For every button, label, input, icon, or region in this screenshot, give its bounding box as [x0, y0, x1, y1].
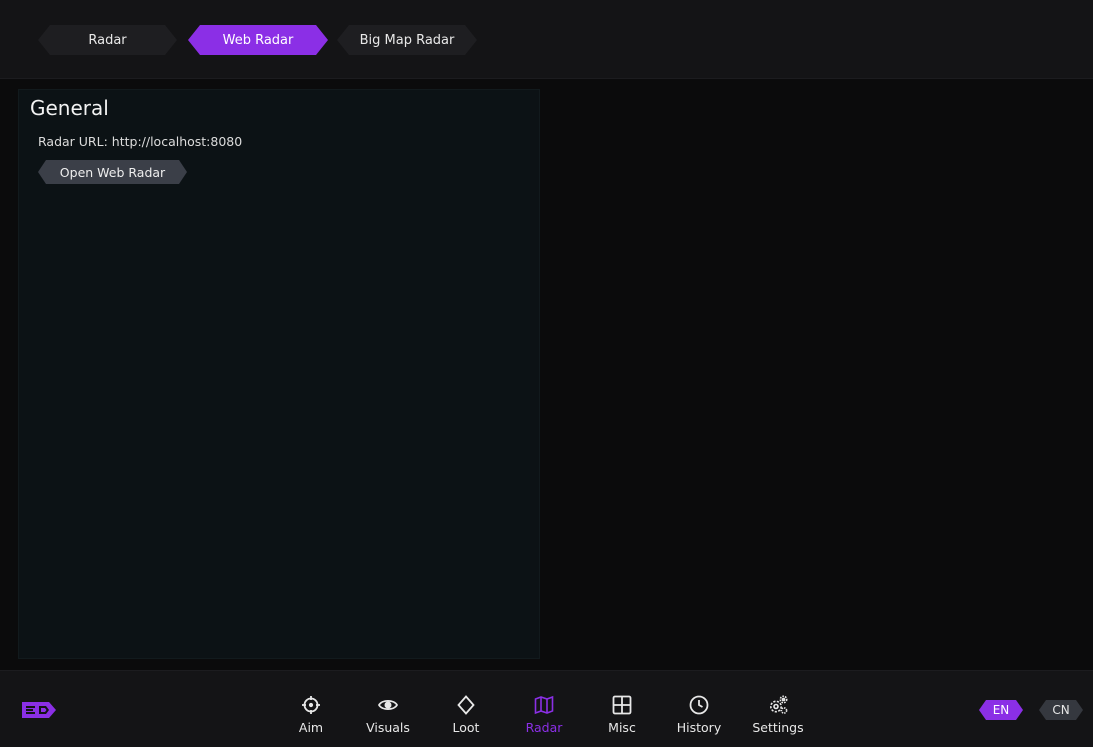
open-web-radar-button[interactable]: Open Web Radar: [38, 160, 187, 184]
map-icon: [534, 695, 554, 715]
tab-big-map-radar[interactable]: Big Map Radar: [337, 25, 477, 55]
bottom-nav-bar: Aim Visuals Loot Radar Misc History Sett…: [0, 670, 1093, 747]
nav-aim[interactable]: Aim: [271, 695, 351, 735]
top-tab-bar: Radar Web Radar Big Map Radar: [0, 0, 1093, 79]
eye-icon: [378, 699, 398, 711]
radar-url-row: Radar URL: http://localhost:8080: [38, 134, 242, 149]
panel-title: General: [30, 96, 109, 120]
nav-label-radar: Radar: [525, 720, 563, 735]
radar-url-value: http://localhost:8080: [111, 134, 243, 149]
clock-icon: [689, 695, 709, 715]
nav-loot[interactable]: Loot: [426, 695, 506, 735]
tab-radar[interactable]: Radar: [38, 25, 177, 55]
nav-radar[interactable]: Radar: [504, 695, 584, 735]
gears-icon: [770, 695, 788, 714]
tab-web-radar[interactable]: Web Radar: [188, 25, 328, 55]
language-cn-button[interactable]: CN: [1039, 700, 1083, 720]
general-panel: General Radar URL: http://localhost:8080…: [18, 89, 540, 659]
grid-icon: [612, 695, 632, 715]
nav-label-aim: Aim: [298, 720, 324, 735]
nav-label-loot: Loot: [452, 720, 480, 735]
nav-label-visuals: Visuals: [366, 720, 410, 735]
nav-visuals[interactable]: Visuals: [348, 695, 428, 735]
nav-label-settings: Settings: [752, 720, 804, 735]
diamond-icon: [457, 695, 475, 715]
nav-label-history: History: [676, 720, 722, 735]
logo-icon: [22, 702, 56, 718]
crosshair-icon: [302, 696, 320, 714]
nav-label-misc: Misc: [608, 720, 636, 735]
nav-history[interactable]: History: [659, 695, 739, 735]
radar-url-label: Radar URL:: [38, 134, 108, 149]
nav-misc[interactable]: Misc: [582, 695, 662, 735]
language-en-button[interactable]: EN: [979, 700, 1023, 720]
nav-settings[interactable]: Settings: [738, 695, 818, 735]
